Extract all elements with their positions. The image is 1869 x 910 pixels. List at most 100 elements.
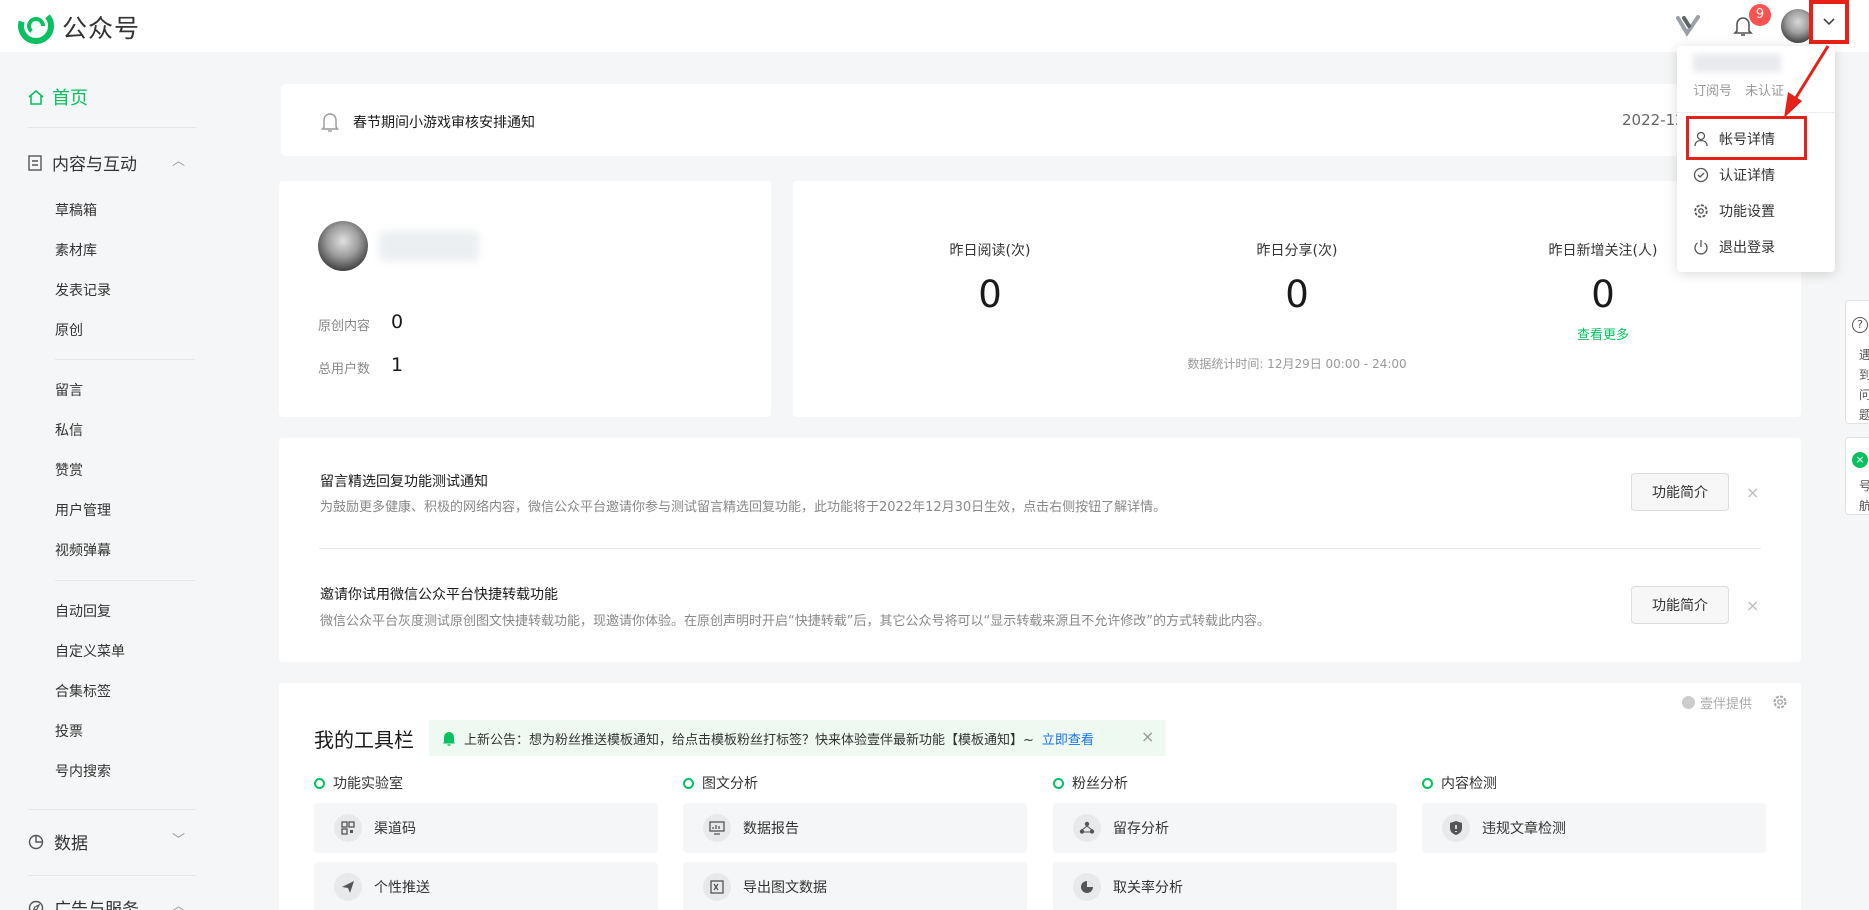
send-icon <box>334 873 362 901</box>
divider <box>55 580 195 581</box>
sidebar-item-video-danmaku[interactable]: 视频弹幕 <box>55 540 111 560</box>
qr-code-icon <box>334 814 362 842</box>
announcement-text[interactable]: 春节期间小游戏审核安排通知 <box>353 112 535 132</box>
stat-value-new-followers: 0 <box>1591 273 1615 316</box>
view-more-link[interactable]: 查看更多 <box>1503 324 1703 343</box>
report-icon <box>703 814 731 842</box>
divider <box>319 548 1761 549</box>
close-icon[interactable]: × <box>1746 596 1759 615</box>
shield-icon <box>1442 814 1470 842</box>
bell-icon <box>443 731 455 746</box>
user-icon <box>1694 131 1708 147</box>
announcement-bar[interactable]: 春节期间小游戏审核安排通知 2022-12 <box>281 84 1801 156</box>
bell-icon <box>321 113 339 132</box>
toolbar-category: 功能实验室 <box>314 773 403 793</box>
total-users-value: 1 <box>391 354 404 376</box>
toolbar-category: 粉丝分析 <box>1053 773 1128 793</box>
yiban-plugin-icon[interactable] <box>1671 9 1705 43</box>
tool-retention-analysis[interactable]: 留存分析 <box>1053 803 1397 853</box>
sidebar-item-publish-records[interactable]: 发表记录 <box>55 280 111 300</box>
stats-card: 昨日阅读(次) 0 昨日分享(次) 0 昨日新增关注(人) 0 查看更多 数据统… <box>793 181 1801 417</box>
sidebar-section-ads[interactable]: 广告与服务 <box>28 895 139 910</box>
menu-item-verification-details[interactable]: 认证详情 <box>1693 165 1775 185</box>
sidebar-item-drafts[interactable]: 草稿箱 <box>55 200 97 220</box>
wechat-mp-logo-icon[interactable] <box>18 8 54 44</box>
profile-card: 原创内容 0 总用户数 1 <box>279 181 771 417</box>
sidebar-item-collection-tags[interactable]: 合集标签 <box>55 681 111 701</box>
tool-export-article-data[interactable]: 导出图文数据 <box>683 862 1027 910</box>
close-icon[interactable]: × <box>1141 727 1154 746</box>
notice-title: 留言精选回复功能测试通知 <box>320 474 488 490</box>
total-users-label: 总用户数 <box>318 362 371 377</box>
notification-badge: 9 <box>1749 4 1771 26</box>
gear-icon <box>1694 204 1708 218</box>
sidebar-item-search[interactable]: 号内搜索 <box>55 761 111 781</box>
red-arrow-annotation <box>1784 45 1830 118</box>
stat-label-new-followers: 昨日新增关注(人) <box>1548 243 1658 259</box>
divider <box>28 127 196 128</box>
toolbar-category: 图文分析 <box>683 773 758 793</box>
sidebar-section-data[interactable]: 数据 <box>28 829 88 854</box>
notice-title: 邀请你试用微信公众平台快捷转载功能 <box>320 587 558 603</box>
stat-value-shares: 0 <box>1285 273 1309 316</box>
stat-value-reads: 0 <box>978 273 1002 316</box>
pie-chart-icon <box>1073 873 1101 901</box>
tool-personalized-push[interactable]: 个性推送 <box>314 862 658 910</box>
tool-violation-check[interactable]: 违规文章检测 <box>1422 803 1766 853</box>
tool-data-report[interactable]: 数据报告 <box>683 803 1027 853</box>
close-icon[interactable]: × <box>1746 483 1759 502</box>
stat-time-note: 数据统计时间: 12月29日 00:00 - 24:00 <box>1187 357 1407 371</box>
pie-chart-icon <box>28 834 44 849</box>
check-circle-icon <box>1693 167 1709 183</box>
notice-description: 为鼓励更多健康、积极的网络内容，微信公众平台邀请你参与测试留言精选回复功能，此功… <box>320 500 1167 515</box>
help-tab[interactable]: ? 遇到问题 <box>1845 300 1869 424</box>
notice-description: 微信公众平台灰度测试原创图文快捷转载功能，现邀请你体验。在原创声明时开启“快捷转… <box>320 614 1270 629</box>
announcement-text: 上新公告：想为粉丝推送模板通知，给点击模板粉丝打标签？快来体验壹伴最新功能【模板… <box>464 732 1034 748</box>
tool-unfollow-rate-analysis[interactable]: 取关率分析 <box>1053 862 1397 910</box>
nav-tab-label: 号航 <box>1859 479 1869 513</box>
sidebar-item-custom-menu[interactable]: 自定义菜单 <box>55 641 125 661</box>
category-dot-icon <box>1422 777 1433 789</box>
power-icon <box>1694 240 1708 255</box>
users-icon <box>1073 814 1101 842</box>
chevron-up-icon[interactable]: ︿ <box>172 150 185 169</box>
sidebar-item-home[interactable]: 首页 <box>28 84 88 110</box>
original-content-label: 原创内容 <box>318 319 371 334</box>
stat-label-shares: 昨日分享(次) <box>1256 243 1338 259</box>
account-dropdown-button[interactable] <box>1809 0 1849 44</box>
help-icon: ? <box>1852 317 1868 333</box>
feature-intro-button[interactable]: 功能简介 <box>1631 586 1729 624</box>
sidebar-item-label: 首页 <box>52 88 88 109</box>
divider <box>28 875 196 876</box>
tool-channel-code[interactable]: 渠道码 <box>314 803 658 853</box>
sidebar-item-rewards[interactable]: 赞赏 <box>55 460 83 480</box>
account-name-blurred <box>379 231 479 261</box>
sidebar-item-vote[interactable]: 投票 <box>55 721 83 741</box>
avatar[interactable] <box>318 221 368 271</box>
sidebar-section-content[interactable]: 内容与互动 <box>28 150 137 175</box>
chevron-down-icon <box>1823 18 1835 26</box>
gear-icon[interactable] <box>1772 694 1788 710</box>
sidebar-item-comments[interactable]: 留言 <box>55 380 83 400</box>
announcement-date: 2022-12 <box>1622 111 1685 129</box>
menu-item-account-details[interactable]: 帐号详情 <box>1693 129 1775 149</box>
sidebar-item-user-management[interactable]: 用户管理 <box>55 500 111 520</box>
nav-tab[interactable]: × 号航 <box>1845 437 1869 515</box>
feature-intro-button[interactable]: 功能简介 <box>1631 473 1729 511</box>
divider <box>28 809 196 810</box>
menu-item-logout[interactable]: 退出登录 <box>1693 237 1775 257</box>
menu-item-feature-settings[interactable]: 功能设置 <box>1693 201 1775 221</box>
stat-label-reads: 昨日阅读(次) <box>949 243 1031 259</box>
sidebar-item-auto-reply[interactable]: 自动回复 <box>55 601 111 621</box>
brand-title: 公众号 <box>62 14 141 43</box>
compass-icon <box>28 900 44 910</box>
sidebar-item-original[interactable]: 原创 <box>55 320 83 340</box>
sidebar-item-messages[interactable]: 私信 <box>55 420 83 440</box>
account-type: 订阅号 <box>1693 84 1733 99</box>
category-dot-icon <box>314 777 325 789</box>
chevron-up-icon[interactable]: ︿ <box>172 895 185 910</box>
sidebar-item-materials[interactable]: 素材库 <box>55 240 97 260</box>
chevron-down-icon[interactable]: ﹀ <box>172 829 185 848</box>
announcement-view-link[interactable]: 立即查看 <box>1042 729 1094 748</box>
close-circle-icon: × <box>1852 452 1868 468</box>
